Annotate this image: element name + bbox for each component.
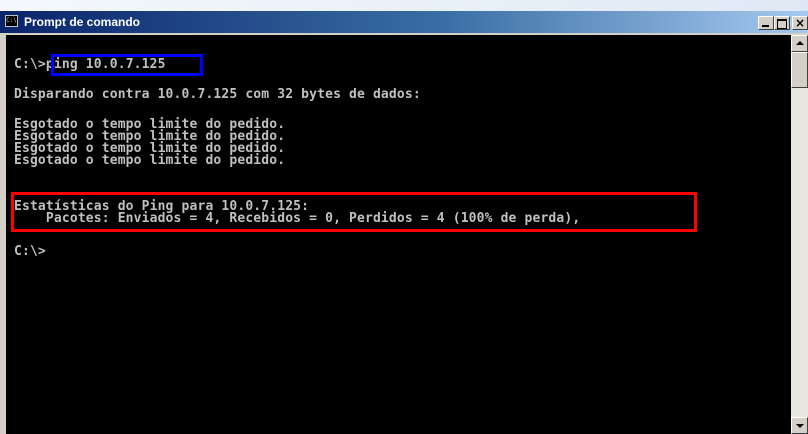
background-strip (0, 0, 808, 11)
stats-highlight-box (11, 192, 697, 232)
window-title: Prompt de comando (24, 15, 141, 29)
maximize-button[interactable] (774, 16, 790, 30)
minimize-button[interactable] (758, 16, 774, 30)
console-prompt: C:\> (14, 244, 46, 259)
scroll-thumb[interactable] (791, 52, 808, 88)
console-line: Disparando contra 10.0.7.125 com 32 byte… (14, 87, 421, 102)
command-highlight-box (51, 54, 203, 76)
scroll-up-button[interactable] (791, 35, 808, 52)
command-prompt-window: C:\ Prompt de comando × C:\>ping 10.0.7.… (0, 0, 808, 434)
scroll-down-button[interactable] (791, 417, 808, 434)
close-icon: × (794, 16, 806, 30)
vertical-scrollbar[interactable] (791, 35, 808, 434)
close-button[interactable]: × (792, 16, 808, 30)
console-line: Esgotado o tempo limite do pedido. (14, 153, 286, 168)
cmd-icon[interactable]: C:\ (5, 15, 18, 27)
title-bar[interactable]: C:\ Prompt de comando × (0, 11, 808, 33)
console-output[interactable]: C:\>ping 10.0.7.125 Disparando contra 10… (6, 35, 791, 434)
prompt-path: C:\> (14, 57, 46, 72)
